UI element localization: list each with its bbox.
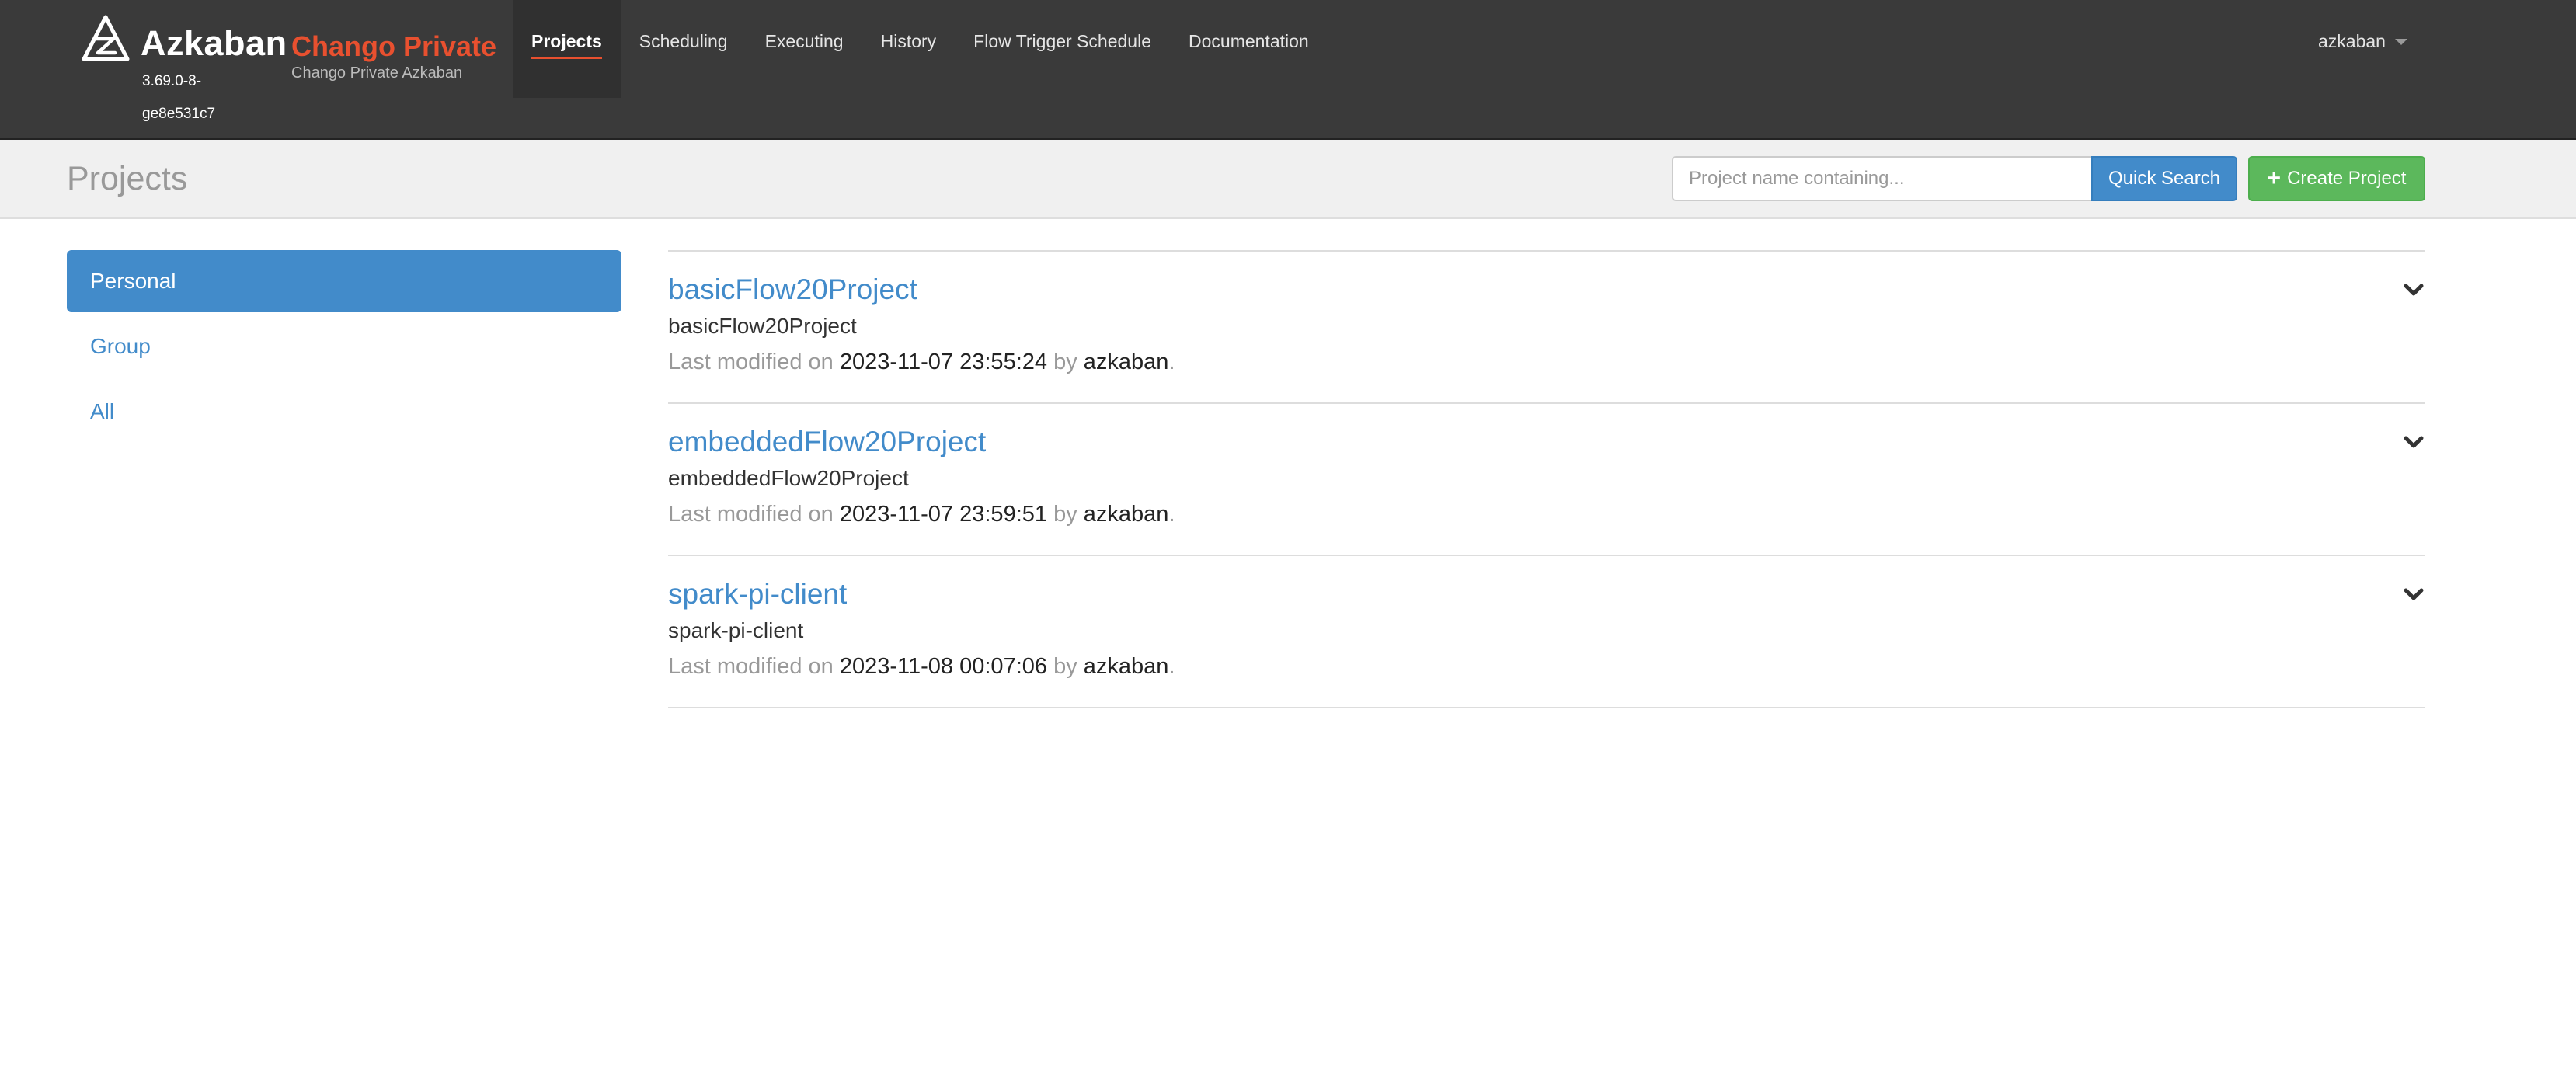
project-item: embeddedFlow20Project embeddedFlow20Proj… <box>668 402 2425 555</box>
nav-documentation[interactable]: Documentation <box>1170 0 1328 82</box>
modified-prefix: Last modified on <box>668 502 834 527</box>
main-nav: Projects Scheduling Executing History Fl… <box>513 0 1328 98</box>
chevron-down-icon[interactable] <box>2402 278 2425 301</box>
sentence-end: . <box>1168 350 1175 374</box>
brand-version: 3.69.0-8-ge8e531c7 <box>142 73 216 122</box>
page-title: Projects <box>67 160 188 197</box>
project-modified-info: Last modified on 2023-11-08 00:07:06 by … <box>668 654 1175 680</box>
sentence-end: . <box>1168 502 1175 527</box>
project-search-input[interactable] <box>1672 156 2091 201</box>
by-label: by <box>1053 502 1077 527</box>
by-label: by <box>1053 654 1077 679</box>
brand-subtitle-block: Chango Private Chango Private Azkaban <box>291 31 496 82</box>
top-navbar: Azkaban 3.69.0-8-ge8e531c7 Chango Privat… <box>0 0 2576 140</box>
modified-date: 2023-11-07 23:59:51 <box>839 502 1048 527</box>
page-header: Projects Quick Search + Create Project <box>0 140 2576 219</box>
project-description: spark-pi-client <box>668 618 804 642</box>
by-label: by <box>1053 350 1077 374</box>
modified-user: azkaban <box>1083 654 1169 679</box>
plus-icon: + <box>2267 165 2282 191</box>
modified-prefix: Last modified on <box>668 654 834 679</box>
modified-user: azkaban <box>1083 350 1169 374</box>
modified-date: 2023-11-08 00:07:06 <box>839 654 1048 679</box>
project-name-link[interactable]: spark-pi-client <box>668 578 847 611</box>
project-description: basicFlow20Project <box>668 314 857 338</box>
project-name-link[interactable]: embeddedFlow20Project <box>668 426 986 458</box>
project-name-link[interactable]: basicFlow20Project <box>668 273 917 306</box>
modified-user: azkaban <box>1083 502 1169 527</box>
modified-date: 2023-11-07 23:55:24 <box>839 350 1048 374</box>
project-modified-info: Last modified on 2023-11-07 23:59:51 by … <box>668 502 1175 527</box>
project-item: spark-pi-client spark-pi-client Last mod… <box>668 555 2425 708</box>
project-description: embeddedFlow20Project <box>668 466 909 490</box>
create-project-button[interactable]: + Create Project <box>2248 156 2425 201</box>
brand-subtitle: Chango Private <box>291 30 497 62</box>
nav-scheduling[interactable]: Scheduling <box>621 0 747 82</box>
modified-prefix: Last modified on <box>668 350 834 374</box>
nav-history[interactable]: History <box>862 0 956 82</box>
quick-search-button[interactable]: Quick Search <box>2091 156 2237 201</box>
user-menu[interactable]: azkaban <box>2318 31 2407 52</box>
chevron-down-icon[interactable] <box>2402 430 2425 454</box>
project-list: basicFlow20Project basicFlow20Project La… <box>668 250 2425 708</box>
project-item: basicFlow20Project basicFlow20Project La… <box>668 250 2425 402</box>
nav-projects[interactable]: Projects <box>513 0 621 98</box>
project-modified-info: Last modified on 2023-11-07 23:55:24 by … <box>668 350 1175 375</box>
filter-personal[interactable]: Personal <box>67 250 621 312</box>
nav-executing[interactable]: Executing <box>747 0 862 82</box>
azkaban-logo-icon[interactable] <box>79 14 132 67</box>
create-project-label: Create Project <box>2287 168 2407 189</box>
caret-down-icon <box>2394 38 2407 45</box>
filter-group[interactable]: Group <box>67 315 621 377</box>
chevron-down-icon[interactable] <box>2402 583 2425 606</box>
brand-description: Chango Private Azkaban <box>291 64 463 82</box>
nav-flow-trigger-schedule[interactable]: Flow Trigger Schedule <box>955 0 1170 82</box>
filter-all[interactable]: All <box>67 381 621 443</box>
brand-name[interactable]: Azkaban <box>141 23 287 64</box>
sentence-end: . <box>1168 654 1175 679</box>
user-name: azkaban <box>2318 31 2386 51</box>
project-filter-list: Personal Group All <box>67 250 621 446</box>
